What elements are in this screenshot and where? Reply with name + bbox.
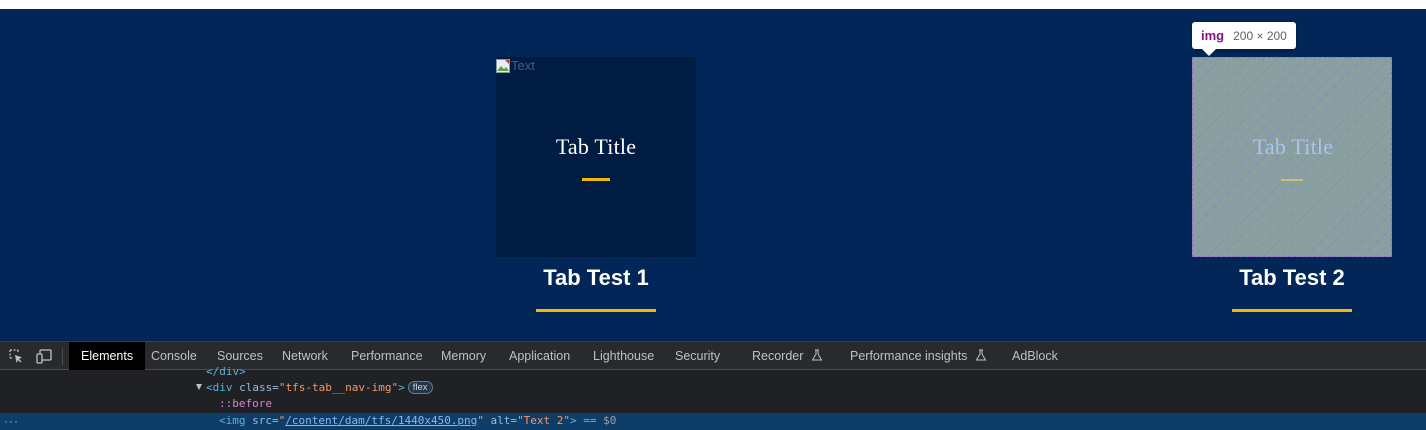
browser-top-strip — [0, 0, 1426, 9]
elements-tree: </div> <div class="tfs-tab__nav-img"> fle… — [0, 365, 1426, 430]
tooltip-tag: img — [1201, 28, 1225, 43]
tag-close: > — [398, 381, 405, 394]
tab-underline — [1232, 309, 1352, 312]
tag-open: <div — [206, 381, 233, 394]
closing-tag: </div> — [206, 365, 246, 378]
tree-node-div[interactable]: <div class="tfs-tab__nav-img"> flex — [0, 380, 1426, 396]
attr-name: class= — [232, 381, 279, 394]
tile-title: Tab Title — [1252, 134, 1334, 159]
broken-image: Text — [496, 58, 535, 74]
toolbar-divider — [62, 348, 63, 365]
tab-image-tile-highlighted[interactable]: Tab Title — [1192, 57, 1392, 257]
device-toolbar-icon[interactable] — [36, 348, 52, 364]
attr-name: alt= — [483, 414, 518, 427]
flex-badge[interactable]: flex — [407, 381, 433, 394]
tab-label[interactable]: Tab Test 1 — [476, 265, 716, 291]
inspect-element-icon[interactable] — [8, 348, 24, 364]
attr-value: "tfs-tab__nav-img" — [278, 381, 399, 394]
tab-performance-insights-label: Performance insights — [850, 349, 968, 363]
broken-image-icon — [496, 59, 510, 73]
tag-close: > — [570, 414, 577, 427]
tree-node-img-selected[interactable]: ··· <img src= "/content/dam/tfs/1440x450.… — [0, 413, 1426, 430]
tooltip-size: 200 × 200 — [1233, 28, 1287, 43]
more-options-icon[interactable]: ··· — [4, 413, 19, 429]
attr-value: "Text 2" — [517, 414, 571, 427]
console-ref: == $0 — [576, 414, 617, 427]
tile-accent-rule — [1281, 179, 1303, 181]
tab-underline — [536, 309, 656, 312]
src-link[interactable]: /content/dam/tfs/1440x450.png — [285, 414, 477, 427]
tree-node-before[interactable]: ::before — [0, 396, 1426, 412]
flask-icon — [975, 349, 987, 361]
image-alt-text: Text — [511, 58, 535, 73]
devtools-panel: Elements Console Sources Network Perform… — [0, 341, 1426, 430]
tile-accent-rule — [582, 178, 610, 181]
pseudo-element: ::before — [219, 397, 272, 410]
tab-image-tile[interactable]: Text Tab Title — [496, 57, 696, 257]
tab-recorder-label: Recorder — [752, 349, 804, 363]
tag-open: <img — [219, 414, 246, 427]
tab-label[interactable]: Tab Test 2 — [1172, 265, 1412, 291]
inspector-tooltip: img 200 × 200 — [1192, 22, 1296, 56]
quote: " — [477, 414, 484, 427]
page-viewport: Text Tab Title Tab Test 1 Tab Title Tab … — [0, 9, 1426, 341]
flask-icon — [811, 349, 823, 361]
tree-node-div-close[interactable]: </div> — [0, 364, 1426, 380]
attr-name: src= — [245, 414, 279, 427]
expand-arrow-icon[interactable] — [196, 384, 202, 390]
tooltip-arrow — [1202, 49, 1216, 56]
tile-title: Tab Title — [555, 134, 637, 159]
